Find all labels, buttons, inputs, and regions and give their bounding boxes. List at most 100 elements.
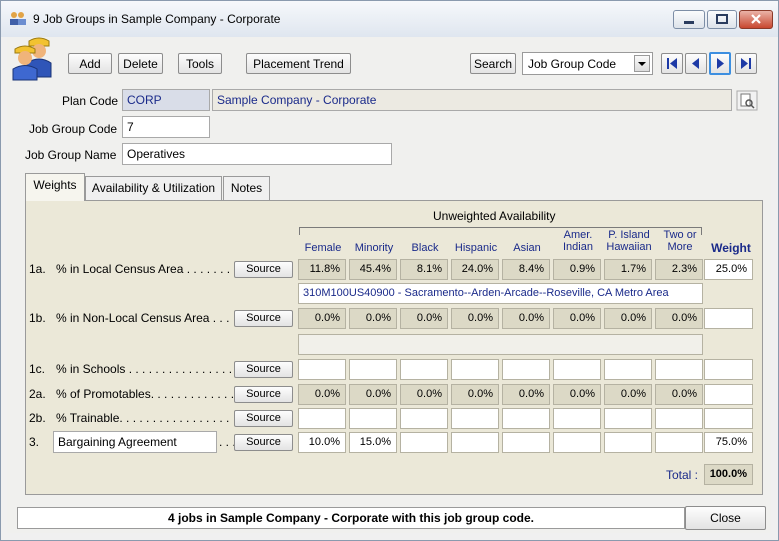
tab-notes[interactable]: Notes xyxy=(223,176,270,200)
weight-cell[interactable] xyxy=(704,359,753,380)
availability-cell[interactable] xyxy=(553,408,601,429)
total-value: 100.0% xyxy=(704,464,753,485)
availability-cell: 8.1% xyxy=(400,259,448,280)
tab-availability-utilization[interactable]: Availability & Utilization xyxy=(85,176,222,200)
plan-code-field: CORP xyxy=(122,89,210,111)
maximize-icon xyxy=(716,14,728,24)
availability-cell[interactable] xyxy=(604,408,652,429)
document-lookup-icon[interactable] xyxy=(736,90,758,111)
availability-cell: 0.0% xyxy=(553,384,601,405)
search-field-select[interactable]: Job Group Code xyxy=(522,52,653,75)
availability-cell: 0.0% xyxy=(604,308,652,329)
placement-trend-button[interactable]: Placement Trend xyxy=(246,53,351,74)
row-number: 3. xyxy=(29,435,40,449)
close-icon xyxy=(751,14,761,24)
tools-button[interactable]: Tools xyxy=(178,53,222,74)
minimize-icon xyxy=(684,21,694,24)
plan-code-label: Plan Code xyxy=(62,94,119,108)
availability-cell[interactable] xyxy=(502,408,550,429)
availability-cell[interactable] xyxy=(298,359,346,380)
job-group-app-icon xyxy=(10,12,26,25)
availability-cell: 2.3% xyxy=(655,259,703,280)
availability-cell[interactable] xyxy=(553,432,601,453)
source-button[interactable]: Source xyxy=(234,361,293,378)
availability-cell[interactable] xyxy=(655,359,703,380)
weight-cell[interactable] xyxy=(704,408,753,429)
availability-cell: 0.0% xyxy=(655,384,703,405)
search-button[interactable]: Search xyxy=(470,53,516,74)
availability-cell: 0.9% xyxy=(553,259,601,280)
minimize-button[interactable] xyxy=(673,10,705,29)
availability-cell[interactable] xyxy=(451,408,499,429)
availability-cell[interactable] xyxy=(502,359,550,380)
weight-cell[interactable] xyxy=(704,384,753,405)
tab-weights[interactable]: Weights xyxy=(25,173,85,201)
availability-cell[interactable] xyxy=(400,359,448,380)
availability-cell[interactable] xyxy=(502,432,550,453)
job-group-code-field[interactable]: 7 xyxy=(122,116,210,138)
availability-cell[interactable]: 10.0% xyxy=(298,432,346,453)
availability-cell[interactable] xyxy=(655,432,703,453)
availability-cell[interactable] xyxy=(349,359,397,380)
main-content: Add Delete Tools Placement Trend Search … xyxy=(7,37,771,533)
column-header: Female xyxy=(304,242,342,254)
availability-cell: 0.0% xyxy=(451,384,499,405)
job-group-name-field[interactable]: Operatives xyxy=(122,143,392,165)
window-title: 9 Job Groups in Sample Company - Corpora… xyxy=(33,12,281,26)
availability-cell: 0.0% xyxy=(298,308,346,329)
availability-cell: 0.0% xyxy=(502,384,550,405)
close-button[interactable]: Close xyxy=(685,506,766,530)
availability-cell: 0.0% xyxy=(604,384,652,405)
weight-cell[interactable] xyxy=(704,308,753,329)
window-close-button[interactable] xyxy=(739,10,773,29)
availability-cell: 45.4% xyxy=(349,259,397,280)
availability-cell[interactable] xyxy=(400,408,448,429)
row-label: % in Schools . . . . . . . . . . . . . .… xyxy=(56,362,233,376)
weight-cell[interactable]: 75.0% xyxy=(704,432,753,453)
weight-cell[interactable]: 25.0% xyxy=(704,259,753,280)
availability-cell: 8.4% xyxy=(502,259,550,280)
bargaining-agreement-field[interactable]: Bargaining Agreement xyxy=(53,431,217,453)
dropdown-button[interactable] xyxy=(634,55,650,72)
availability-cell: 11.8% xyxy=(298,259,346,280)
availability-cell[interactable] xyxy=(604,432,652,453)
column-header: Hispanic xyxy=(454,242,498,254)
source-button[interactable]: Source xyxy=(234,434,293,451)
source-button[interactable]: Source xyxy=(234,410,293,427)
row-label: % of Promotables. . . . . . . . . . . . … xyxy=(56,387,235,401)
non-local-census-geography-field xyxy=(298,334,703,355)
availability-cell: 1.7% xyxy=(604,259,652,280)
availability-cell: 0.0% xyxy=(349,384,397,405)
availability-cell[interactable] xyxy=(400,432,448,453)
availability-cell: 0.0% xyxy=(400,384,448,405)
column-header: Black xyxy=(411,242,439,254)
availability-cell: 0.0% xyxy=(502,308,550,329)
job-group-code-label: Job Group Code xyxy=(29,122,118,136)
previous-record-button[interactable] xyxy=(685,53,707,74)
row-number: 2a. xyxy=(29,387,46,401)
availability-cell[interactable] xyxy=(451,359,499,380)
next-record-button[interactable] xyxy=(709,52,731,75)
availability-cell[interactable] xyxy=(451,432,499,453)
first-record-button[interactable] xyxy=(661,53,683,74)
title-bar: 9 Job Groups in Sample Company - Corpora… xyxy=(1,1,778,37)
search-field-value: Job Group Code xyxy=(528,57,617,71)
source-button[interactable]: Source xyxy=(234,386,293,403)
availability-cell[interactable] xyxy=(655,408,703,429)
availability-cell[interactable]: 15.0% xyxy=(349,432,397,453)
previous-record-icon xyxy=(692,58,699,69)
column-header: P. Island Hawaiian xyxy=(606,229,652,253)
availability-cell[interactable] xyxy=(349,408,397,429)
add-button[interactable]: Add xyxy=(68,53,112,74)
row-label: % Trainable. . . . . . . . . . . . . . .… xyxy=(56,411,230,425)
availability-cell[interactable] xyxy=(298,408,346,429)
availability-cell[interactable] xyxy=(553,359,601,380)
maximize-button[interactable] xyxy=(707,10,737,29)
source-button[interactable]: Source xyxy=(234,261,293,278)
last-record-button[interactable] xyxy=(735,53,757,74)
row-number: 2b. xyxy=(29,411,46,425)
source-button[interactable]: Source xyxy=(234,310,293,327)
delete-button[interactable]: Delete xyxy=(118,53,163,74)
availability-cell[interactable] xyxy=(604,359,652,380)
availability-cell: 0.0% xyxy=(400,308,448,329)
